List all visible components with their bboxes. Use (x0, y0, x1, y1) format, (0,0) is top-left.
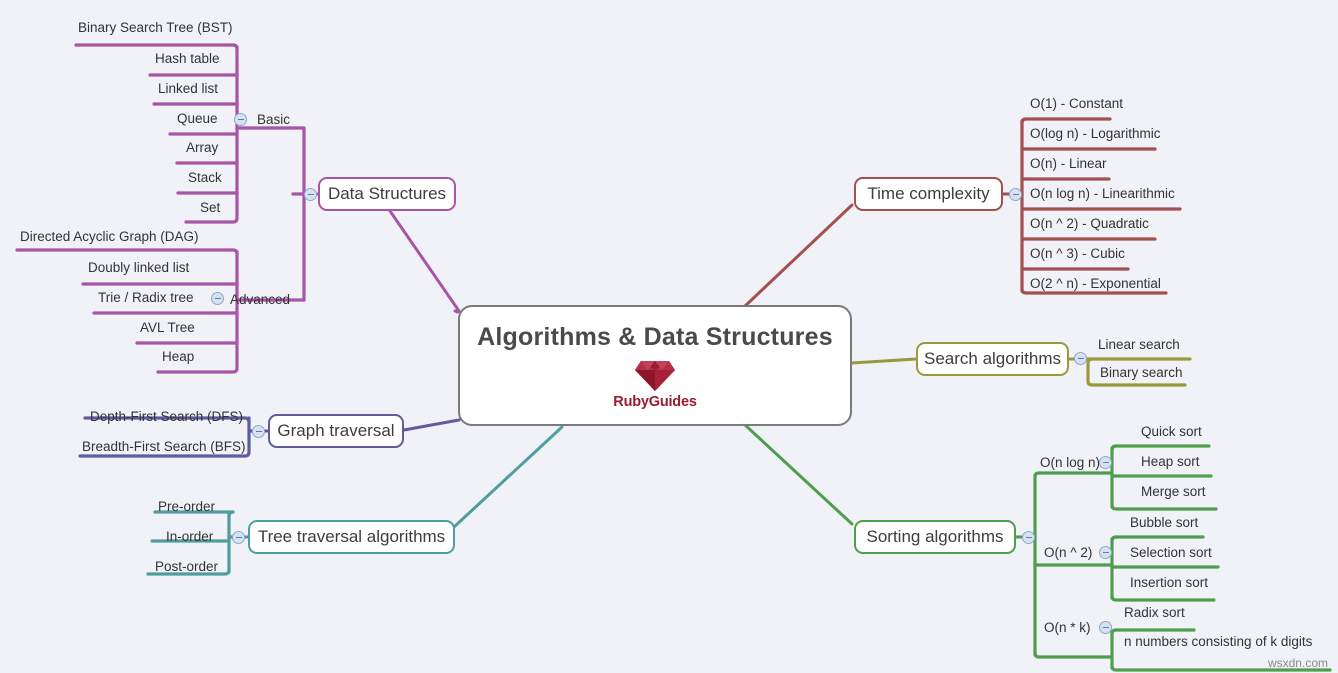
leaf-bst[interactable]: Binary Search Tree (BST) (78, 21, 233, 35)
collapse-toggle-graph-traversal[interactable] (252, 425, 265, 438)
leaf-n-numbers-k-digits[interactable]: n numbers consisting of k digits (1124, 635, 1312, 649)
leaf-dag[interactable]: Directed Acyclic Graph (DAG) (20, 230, 199, 244)
branch-node-graph-traversal[interactable]: Graph traversal (268, 414, 404, 448)
leaf-pre-order[interactable]: Pre-order (158, 500, 215, 514)
leaf-insertion-sort[interactable]: Insertion sort (1130, 576, 1208, 590)
branch-label: Tree traversal algorithms (257, 527, 446, 546)
leaf-merge-sort[interactable]: Merge sort (1141, 485, 1206, 499)
leaf-dfs[interactable]: Depth-First Search (DFS) (90, 410, 243, 424)
collapse-toggle-tree-traversal[interactable] (232, 531, 245, 544)
leaf-bfs[interactable]: Breadth-First Search (BFS) (82, 440, 246, 454)
rubyguides-logo: RubyGuides (613, 359, 697, 410)
mindmap-canvas: Algorithms & Data Structures RubyGuides … (0, 0, 1338, 673)
branch-node-search-algorithms[interactable]: Search algorithms (916, 342, 1069, 376)
leaf-bubble-sort[interactable]: Bubble sort (1130, 516, 1198, 530)
leaf-doubly-linked-list[interactable]: Doubly linked list (88, 261, 189, 275)
branch-node-tree-traversal[interactable]: Tree traversal algorithms (248, 520, 455, 554)
leaf-hash-table[interactable]: Hash table (155, 52, 220, 66)
leaf-o2n-exponential[interactable]: O(2 ^ n) - Exponential (1030, 277, 1161, 291)
leaf-o1-constant[interactable]: O(1) - Constant (1030, 97, 1123, 111)
collapse-toggle-n2[interactable] (1099, 546, 1112, 559)
logo-text: RubyGuides (613, 394, 697, 410)
group-label-nlogn: O(n log n) (1040, 455, 1101, 470)
leaf-quick-sort[interactable]: Quick sort (1141, 425, 1202, 439)
leaf-onlogn-linearithmic[interactable]: O(n log n) - Linearithmic (1030, 187, 1175, 201)
leaf-on-linear[interactable]: O(n) - Linear (1030, 157, 1107, 171)
collapse-toggle-nk[interactable] (1099, 621, 1112, 634)
leaf-on3-cubic[interactable]: O(n ^ 3) - Cubic (1030, 247, 1125, 261)
collapse-toggle-nlogn[interactable] (1099, 456, 1112, 469)
leaf-array[interactable]: Array (186, 141, 218, 155)
leaf-in-order[interactable]: In-order (166, 530, 213, 544)
branch-node-sorting-algorithms[interactable]: Sorting algorithms (854, 520, 1016, 554)
collapse-toggle-basic[interactable] (234, 113, 247, 126)
collapse-toggle-search-algorithms[interactable] (1074, 352, 1087, 365)
branch-node-time-complexity[interactable]: Time complexity (854, 177, 1003, 211)
collapse-toggle-sorting-algorithms[interactable] (1022, 531, 1035, 544)
ruby-gem-icon (635, 361, 675, 391)
leaf-linear-search[interactable]: Linear search (1098, 338, 1180, 352)
leaf-radix-sort[interactable]: Radix sort (1124, 606, 1185, 620)
watermark: wsxdn.com (1267, 656, 1328, 670)
branch-label: Data Structures (327, 184, 447, 203)
group-label-advanced: Advanced (230, 292, 291, 307)
branch-label: Search algorithms (923, 349, 1061, 368)
collapse-toggle-data-structures[interactable] (304, 188, 317, 201)
group-label-basic: Basic (257, 112, 291, 127)
leaf-heap-sort[interactable]: Heap sort (1141, 455, 1200, 469)
branch-label: Time complexity (867, 184, 990, 203)
leaf-heap[interactable]: Heap (162, 350, 194, 364)
center-node[interactable]: Algorithms & Data Structures RubyGuides (458, 305, 852, 426)
collapse-toggle-time-complexity[interactable] (1009, 188, 1022, 201)
leaf-binary-search[interactable]: Binary search (1100, 366, 1183, 380)
branch-label: Sorting algorithms (866, 527, 1004, 546)
leaf-set[interactable]: Set (200, 201, 220, 215)
leaf-post-order[interactable]: Post-order (155, 560, 218, 574)
branch-label: Graph traversal (277, 421, 395, 440)
leaf-avl-tree[interactable]: AVL Tree (140, 321, 195, 335)
leaf-selection-sort[interactable]: Selection sort (1130, 546, 1212, 560)
group-label-n2: O(n ^ 2) (1044, 545, 1093, 560)
leaf-trie-radix-tree[interactable]: Trie / Radix tree (98, 291, 194, 305)
page-title: Algorithms & Data Structures (477, 323, 833, 351)
leaf-stack[interactable]: Stack (188, 171, 222, 185)
group-label-nk: O(n * k) (1044, 620, 1091, 635)
leaf-queue[interactable]: Queue (177, 112, 218, 126)
branch-node-data-structures[interactable]: Data Structures (318, 177, 456, 211)
leaf-ologn-logarithmic[interactable]: O(log n) - Logarithmic (1030, 127, 1161, 141)
leaf-on2-quadratic[interactable]: O(n ^ 2) - Quadratic (1030, 217, 1149, 231)
collapse-toggle-advanced[interactable] (211, 292, 224, 305)
leaf-linked-list[interactable]: Linked list (158, 82, 218, 96)
